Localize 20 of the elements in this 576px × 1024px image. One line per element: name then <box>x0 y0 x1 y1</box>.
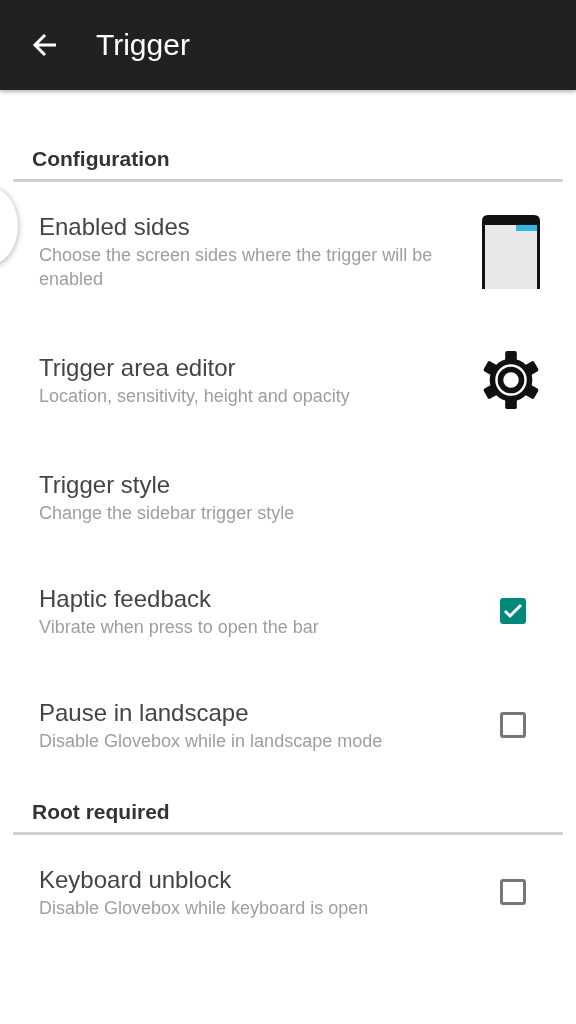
setting-description: Disable Glovebox while in landscape mode <box>39 730 384 753</box>
section-header: Configuration <box>31 146 171 172</box>
checkbox[interactable] <box>500 712 526 738</box>
setting-description: Vibrate when press to open the bar <box>39 616 320 639</box>
phone-icon <box>480 213 542 289</box>
screen-title: Trigger <box>96 28 190 62</box>
checkmark-icon <box>503 603 523 619</box>
setting-description: Location, sensitivity, height and opacity <box>39 385 351 408</box>
setting-title[interactable]: Trigger area editor <box>39 352 460 384</box>
setting-description: Choose the screen sides where the trigger will be enabled <box>39 244 434 291</box>
setting-title[interactable]: Haptic feedback <box>39 583 480 615</box>
setting-title[interactable]: Pause in landscape <box>39 697 480 729</box>
section-header: Root required <box>31 799 171 825</box>
checkbox[interactable] <box>500 598 526 624</box>
setting-description: Disable Glovebox while keyboard is open <box>39 897 370 920</box>
setting-title[interactable]: Keyboard unblock <box>39 864 480 896</box>
setting-title[interactable]: Enabled sides <box>39 211 460 243</box>
checkbox[interactable] <box>500 879 526 905</box>
setting-description: Change the sidebar trigger style <box>39 502 296 525</box>
setting-title[interactable]: Trigger style <box>39 469 552 501</box>
